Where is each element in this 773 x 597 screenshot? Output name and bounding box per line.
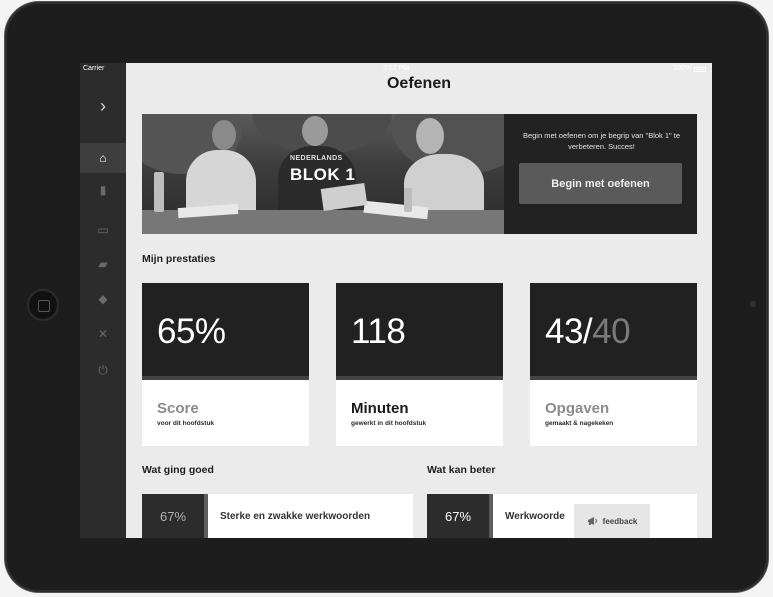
badge-icon: ◆ — [98, 292, 108, 306]
book-icon: ▮ — [99, 183, 107, 197]
stat-label: Minuten — [351, 400, 409, 417]
stat-value: 118 — [351, 312, 406, 351]
stat-value: 43/40 — [545, 312, 631, 352]
stat-value-total: 40 — [592, 312, 631, 351]
stats-section-title: Mijn prestaties — [142, 253, 216, 265]
stat-value: 65% — [157, 312, 226, 351]
stat-value-done: 43/ — [545, 312, 593, 351]
battery-indicator: 100% — [673, 63, 706, 75]
page-title: Oefenen — [386, 75, 451, 92]
app-screen: Oefenen Carrier 3:52 PM 100% › ⌂ ▮ ▭ ▰ ◆… — [80, 63, 712, 538]
chat-icon: ▰ — [98, 257, 108, 271]
status-time: 3:52 PM — [382, 65, 410, 72]
stat-sub: gemaakt & nagekeken — [545, 420, 614, 427]
hero-subject: NEDERLANDS — [290, 155, 343, 162]
stat-card-exercises[interactable]: 43/40 Opgaven gemaakt & nagekeken — [530, 283, 697, 446]
feedback-label: feedback — [602, 516, 638, 526]
better-section-title: Wat kan beter — [427, 464, 496, 476]
megaphone-icon — [587, 517, 597, 525]
good-topic-row[interactable]: 67% Sterke en zwakke werkwoorden — [142, 494, 413, 538]
hero-banner: NEDERLANDS BLOK 1 Begin met oefenen om j… — [142, 114, 697, 234]
stat-sub: gewerkt in dit hoofdstuk — [351, 420, 427, 427]
battery-icon — [694, 66, 706, 72]
topic-percentage: 67% — [427, 494, 489, 538]
stat-card-score[interactable]: 65% Score voor dit hoofdstuk — [142, 283, 309, 446]
home-icon: ⌂ — [99, 151, 107, 165]
sidebar: › ⌂ ▮ ▭ ▰ ◆ ✕ ⏻ — [80, 63, 126, 538]
battery-percent: 100% — [673, 65, 691, 72]
hero-description: Begin met oefenen om je begrip van "Blok… — [522, 131, 681, 151]
chevron-right-icon: › — [100, 95, 106, 116]
start-practice-button[interactable]: Begin met oefenen — [519, 163, 682, 204]
status-bar: Carrier 3:52 PM 100% — [80, 63, 712, 75]
tools-icon: ✕ — [97, 327, 109, 341]
topic-label: Sterke en zwakke werkwoorden — [220, 510, 371, 522]
toolbox-icon: ▭ — [97, 223, 109, 237]
feedback-button[interactable]: feedback — [574, 504, 650, 538]
sidebar-item-toolbox[interactable]: ▭ — [80, 215, 126, 245]
sidebar-item-book[interactable]: ▮ — [80, 175, 126, 205]
camera — [750, 301, 756, 307]
stat-label: Score — [157, 400, 199, 417]
home-hardware-button[interactable] — [27, 289, 59, 321]
sidebar-item-tools[interactable]: ✕ — [80, 319, 126, 349]
sidebar-item-home[interactable]: ⌂ — [80, 143, 126, 173]
sidebar-item-chat[interactable]: ▰ — [80, 249, 126, 279]
topic-label: Werkwoorde — [505, 510, 565, 522]
sidebar-expand-button[interactable]: › — [80, 91, 126, 121]
ipad-frame: Oefenen Carrier 3:52 PM 100% › ⌂ ▮ ▭ ▰ ◆… — [5, 2, 768, 592]
topic-percentage: 67% — [142, 494, 204, 538]
stat-label: Opgaven — [545, 400, 610, 417]
sidebar-item-logout[interactable]: ⏻ — [80, 355, 126, 385]
better-topic-row[interactable]: 67% Werkwoorde — [427, 494, 697, 538]
sidebar-item-badge[interactable]: ◆ — [80, 284, 126, 314]
hero-block-title: BLOK 1 — [290, 165, 356, 184]
stat-sub: voor dit hoofdstuk — [157, 420, 215, 427]
stat-card-minutes[interactable]: 118 Minuten gewerkt in dit hoofdstuk — [336, 283, 503, 446]
good-section-title: Wat ging goed — [142, 464, 214, 476]
power-icon: ⏻ — [98, 362, 108, 377]
